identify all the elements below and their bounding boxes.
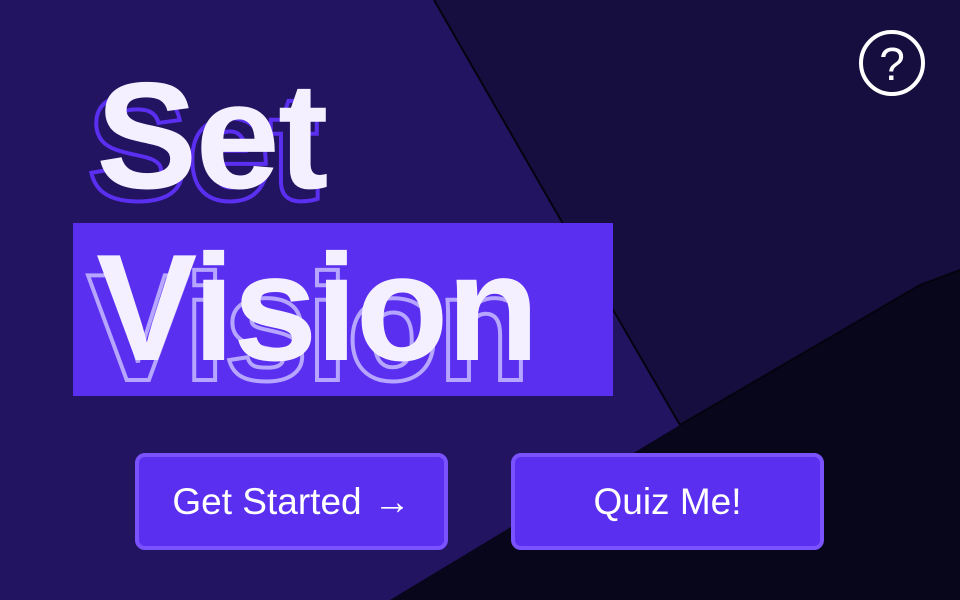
quiz-me-label: Quiz Me!	[593, 480, 742, 522]
landing-screen: ? Set Set Vision Vision Get Started → Qu…	[0, 0, 960, 600]
get-started-label: Get Started	[172, 480, 362, 522]
title-vision: Vision	[96, 223, 539, 393]
title-set: Set	[96, 51, 329, 221]
question-circle-icon: ?	[879, 38, 905, 90]
arrow-right-icon: →	[373, 480, 411, 522]
get-started-button[interactable]: Get Started →	[135, 453, 448, 550]
help-button[interactable]: ?	[859, 30, 925, 96]
quiz-me-button[interactable]: Quiz Me!	[511, 453, 824, 550]
